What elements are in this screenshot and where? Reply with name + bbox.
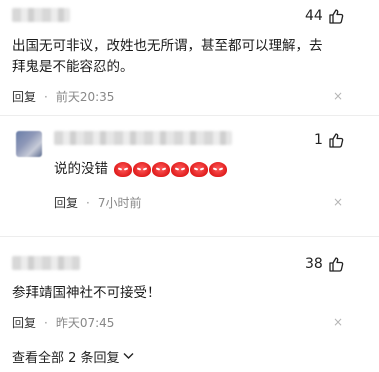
angry-face-icon: [152, 161, 171, 177]
close-icon[interactable]: ×: [333, 89, 343, 103]
comment-text: 说的没错: [54, 159, 228, 180]
chevron-down-icon: [123, 352, 134, 359]
comment-text-line: 拜鬼是不能容忍的。: [12, 59, 134, 75]
comment-meta: 回复 · 7小时前: [54, 194, 141, 211]
emoji-group: [114, 161, 228, 177]
divider: [0, 115, 379, 116]
thumbs-up-icon: [329, 257, 344, 272]
separator-dot: ·: [44, 315, 48, 330]
like-button[interactable]: 38: [305, 256, 344, 272]
comment-text-span: 说的没错: [54, 161, 108, 177]
angry-face-icon: [133, 161, 152, 177]
comment-time: 7小时前: [97, 196, 142, 210]
comment-text: 参拜靖国神社不可接受！: [12, 285, 161, 301]
divider: [0, 236, 379, 237]
like-count: 38: [305, 256, 323, 272]
view-all-replies-link[interactable]: 查看全部 2 条回复: [12, 347, 134, 366]
reply-button[interactable]: 回复: [12, 88, 36, 105]
like-button[interactable]: 1: [314, 132, 344, 148]
like-count: 44: [305, 8, 323, 24]
angry-face-icon: [171, 161, 190, 177]
like-button[interactable]: 44: [305, 8, 344, 24]
separator-dot: ·: [44, 89, 48, 104]
avatar[interactable]: [16, 131, 42, 157]
thumbs-up-icon: [329, 133, 344, 148]
reply-button[interactable]: 回复: [12, 314, 36, 331]
username-blurred[interactable]: [54, 131, 232, 145]
close-icon[interactable]: ×: [333, 195, 343, 209]
angry-face-icon: [114, 161, 133, 177]
username-blurred[interactable]: [12, 8, 70, 22]
separator-dot: ·: [86, 195, 90, 210]
view-all-replies-label: 查看全部 2 条回复: [12, 351, 120, 366]
angry-face-icon: [209, 161, 228, 177]
comment-text-line: 出国无可非议，改姓也无所谓，甚至都可以理解，去: [12, 38, 323, 54]
like-count: 1: [314, 132, 323, 148]
comment-time: 前天20:35: [55, 90, 115, 104]
comment-meta: 回复 · 前天20:35: [12, 88, 114, 105]
username-blurred[interactable]: [12, 256, 80, 270]
reply-button[interactable]: 回复: [54, 194, 78, 211]
comment-meta: 回复 · 昨天07:45: [12, 314, 114, 331]
angry-face-icon: [190, 161, 209, 177]
comment-time: 昨天07:45: [55, 316, 115, 330]
comment-text: 出国无可非议，改姓也无所谓，甚至都可以理解，去 拜鬼是不能容忍的。: [12, 36, 372, 78]
thumbs-up-icon: [329, 9, 344, 24]
close-icon[interactable]: ×: [333, 315, 343, 329]
